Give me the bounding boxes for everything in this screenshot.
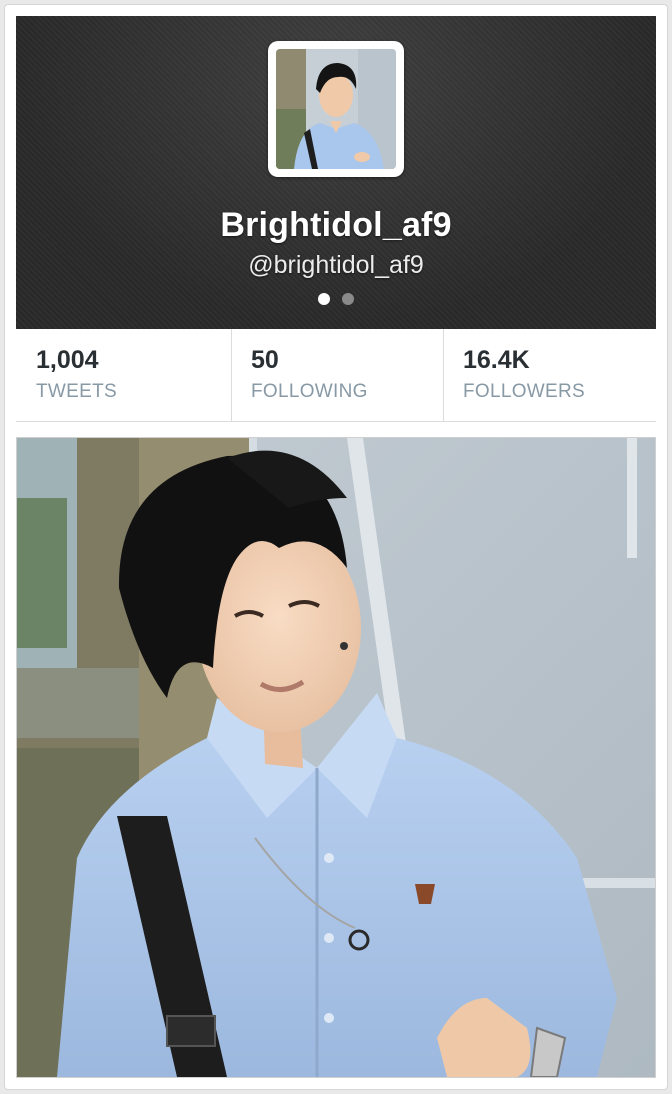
avatar[interactable]: [268, 41, 404, 177]
profile-stats: 1,004 TWEETS 50 FOLLOWING 16.4K FOLLOWER…: [16, 329, 656, 422]
media-photo[interactable]: [16, 437, 656, 1078]
page-dot[interactable]: [342, 293, 354, 305]
stat-value: 50: [251, 346, 279, 374]
stat-label: FOLLOWING: [251, 381, 368, 402]
profile-photo-image: [17, 438, 655, 1077]
stat-followers[interactable]: 16.4K FOLLOWERS: [443, 329, 656, 421]
avatar-photo: [276, 49, 396, 169]
stat-label: TWEETS: [36, 381, 117, 402]
stat-value: 1,004: [36, 346, 99, 374]
username-handle: @brightidol_af9: [248, 251, 424, 279]
stat-tweets[interactable]: 1,004 TWEETS: [16, 329, 231, 421]
display-name: Brightidol_af9: [220, 206, 452, 244]
page-dot-active[interactable]: [318, 293, 330, 305]
stat-label: FOLLOWERS: [463, 381, 585, 402]
stat-following[interactable]: 50 FOLLOWING: [231, 329, 443, 421]
profile-header[interactable]: Brightidol_af9 @brightidol_af9: [16, 16, 656, 329]
page-indicator[interactable]: [16, 293, 656, 305]
stat-value: 16.4K: [463, 346, 530, 374]
